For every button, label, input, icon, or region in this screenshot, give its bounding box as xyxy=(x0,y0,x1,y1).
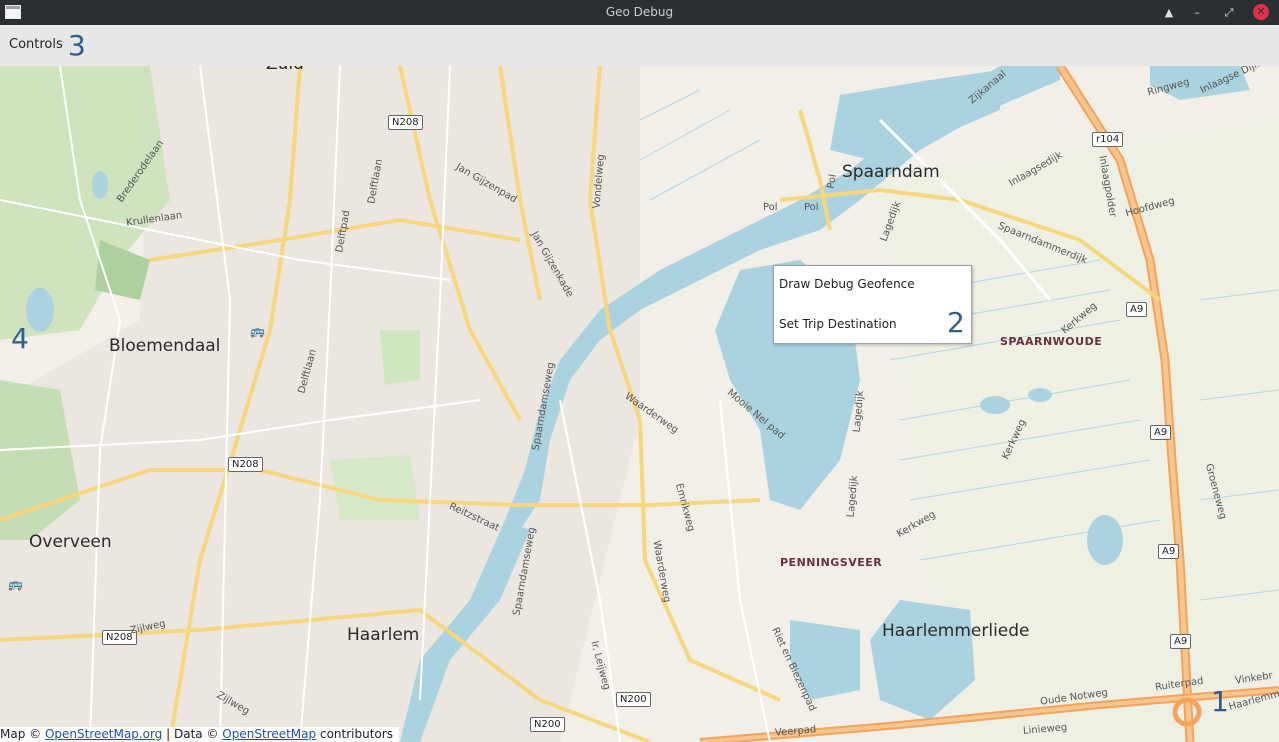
menu-bar: Controls 3 xyxy=(0,25,1279,67)
controls-menu[interactable]: Controls xyxy=(9,37,63,52)
shield-n208: N208 xyxy=(228,457,263,472)
context-menu: Draw Debug Geofence Set Trip Destination… xyxy=(773,265,972,344)
annotation-4: 4 xyxy=(11,322,29,355)
shield-a9: A9 xyxy=(1158,544,1180,559)
annotation-2: 2 xyxy=(947,306,965,339)
shield-r104: r104 xyxy=(1092,132,1124,147)
attribution-suffix: contributors xyxy=(319,727,393,741)
annotation-1: 1 xyxy=(1211,685,1229,718)
draw-debug-geofence-item[interactable]: Draw Debug Geofence xyxy=(779,277,915,291)
shield-a9: A9 xyxy=(1126,302,1148,317)
label-bloemendaal: Bloemendaal xyxy=(109,336,221,356)
minimize-button[interactable]: – xyxy=(1188,4,1206,21)
bus-stop-icon: 🚌 xyxy=(8,577,23,591)
maximize-button[interactable]: ⤢ xyxy=(1220,4,1238,21)
bus-stop-icon: 🚌 xyxy=(250,324,265,338)
shield-n208: N208 xyxy=(388,115,423,130)
label-overveen: Overveen xyxy=(29,532,112,552)
annotation-3: 3 xyxy=(68,29,86,62)
window-title: Geo Debug xyxy=(605,5,674,19)
close-button[interactable]: ✕ xyxy=(1253,4,1269,20)
attribution-prefix: Map © xyxy=(0,727,42,741)
label-spaarndam: Spaarndam xyxy=(842,162,940,182)
label-haarlemmerliede: Haarlemmerliede xyxy=(882,621,1030,641)
shield-n200: N200 xyxy=(530,717,565,732)
attribution-mid: | Data © xyxy=(166,727,219,741)
osm-link[interactable]: OpenStreetMap xyxy=(222,727,316,741)
shield-a9: A9 xyxy=(1150,425,1172,440)
map-attribution: Map © OpenStreetMap.org | Data © OpenStr… xyxy=(0,727,399,742)
street-label: Pol xyxy=(763,202,778,213)
set-trip-destination-item[interactable]: Set Trip Destination xyxy=(779,317,897,331)
keep-above-button[interactable]: ▲ xyxy=(1160,4,1178,21)
osm-org-link[interactable]: OpenStreetMap.org xyxy=(45,727,162,741)
map-view[interactable]: Spaarndam Bloemendaal Overveen Haarlem H… xyxy=(0,66,1279,742)
label-haarlem: Haarlem xyxy=(347,625,420,645)
label-spaarnwoude: SPAARNWOUDE xyxy=(1000,335,1103,348)
title-bar: Geo Debug ▲ – ⤢ ✕ xyxy=(0,0,1279,25)
label-penningsveer: PENNINGSVEER xyxy=(780,556,883,569)
shield-n200: N200 xyxy=(616,692,651,707)
street-label: Pol xyxy=(804,202,819,213)
shield-a9: A9 xyxy=(1170,634,1192,649)
label-zuid: Zuid xyxy=(266,66,304,74)
